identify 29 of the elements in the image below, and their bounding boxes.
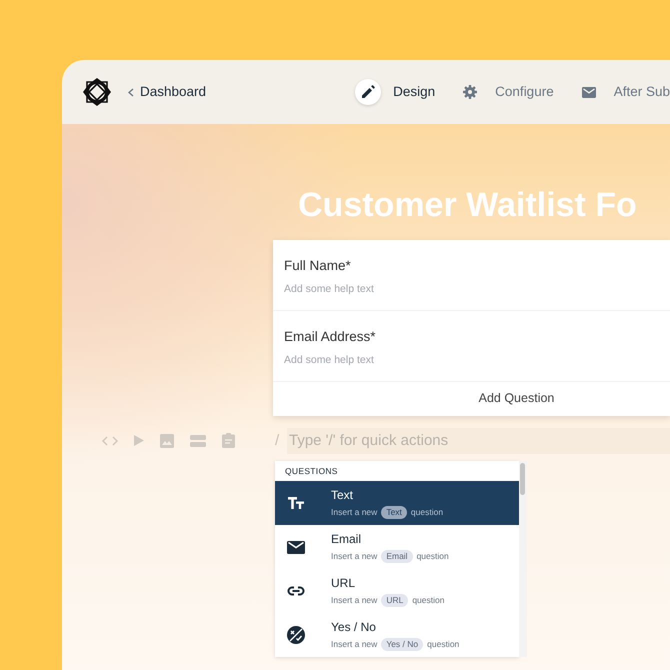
scrollbar[interactable] xyxy=(519,460,527,656)
menu-item[interactable]: Text Insert a new Text question xyxy=(275,480,519,524)
slash-prefix: / xyxy=(275,430,280,450)
image-icon[interactable] xyxy=(160,434,174,448)
nav-tab[interactable]: Design xyxy=(355,79,436,105)
section-heading: QUESTIONS xyxy=(284,464,339,478)
yes-no-icon xyxy=(287,626,305,644)
play-icon[interactable] xyxy=(134,435,144,446)
code-icon[interactable] xyxy=(102,436,118,446)
gear-icon xyxy=(463,85,478,99)
nav-tab[interactable]: Configure xyxy=(457,79,554,105)
menu-item[interactable]: Yes / No Insert a new Yes / No question xyxy=(275,612,519,656)
rows-icon[interactable] xyxy=(190,434,206,447)
menu-item[interactable]: Email Insert a new Email question xyxy=(275,524,519,568)
nav-tab[interactable]: After Sub xyxy=(576,79,670,105)
question-label: Full Name* xyxy=(284,257,352,275)
add-question-button[interactable]: Add Question xyxy=(273,382,670,416)
pencil-icon xyxy=(361,85,376,99)
help-text: Add some help text xyxy=(284,282,375,298)
dashboard-link[interactable]: Dashboard xyxy=(128,82,206,102)
form-title: Customer Waitlist Fo xyxy=(297,185,638,222)
logo-icon xyxy=(83,78,111,106)
envelope-icon xyxy=(582,86,596,98)
question-label: Email Address* xyxy=(284,328,377,346)
help-text: Add some help text xyxy=(284,353,375,368)
chevron-left-icon xyxy=(128,88,134,96)
quick-action-field[interactable]: Type '/' for quick actions xyxy=(287,428,670,454)
menu-item[interactable]: URL Insert a new URL question xyxy=(275,568,519,612)
clipboard-icon[interactable] xyxy=(222,433,235,448)
